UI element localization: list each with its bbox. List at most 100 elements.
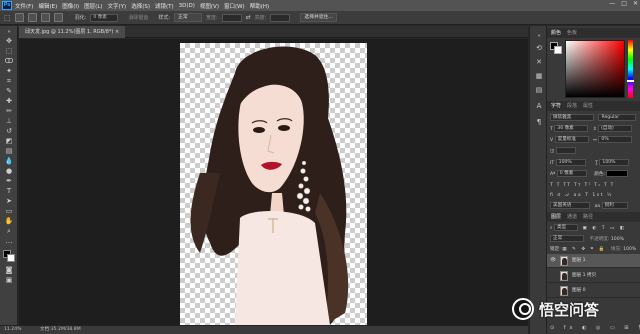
zoom-tool-icon[interactable]: ⌕ [4, 227, 14, 236]
tab-character[interactable]: 字符 [551, 101, 561, 111]
blend-mode-select[interactable]: 正常 [550, 235, 584, 242]
tab-properties[interactable]: 属性 [583, 101, 593, 111]
menu-view[interactable]: 视图(V) [200, 2, 219, 10]
magic-wand-icon[interactable]: ✦ [4, 67, 14, 76]
pen-tool-icon[interactable]: ✒ [4, 177, 14, 186]
rectangle-tool-icon[interactable]: ▭ [4, 207, 14, 216]
swap-icon[interactable]: ⇄ [246, 14, 251, 21]
fill-value[interactable]: 100% [623, 247, 636, 252]
tab-channels[interactable]: 通道 [567, 212, 577, 222]
menu-edit[interactable]: 编辑(E) [38, 2, 57, 10]
layer-name[interactable]: 图层 1 拷贝 [572, 269, 596, 283]
tab-swatches[interactable]: 色板 [567, 28, 577, 38]
feather-input[interactable]: 0 像素 [90, 13, 119, 22]
dodge-tool-icon[interactable]: ● [4, 167, 14, 176]
layer-filter-select[interactable]: 类型 [554, 224, 579, 231]
menu-image[interactable]: 图像(I) [62, 2, 79, 10]
collapse-icon[interactable]: » [4, 28, 14, 37]
blur-tool-icon[interactable]: 💧 [4, 157, 14, 166]
layer-row[interactable]: 👁 图层 1 [547, 254, 640, 268]
text-color-swatch[interactable] [606, 170, 629, 177]
color-field[interactable] [565, 40, 625, 98]
ratio-input[interactable] [555, 147, 576, 154]
intersect-selection-icon[interactable] [53, 13, 63, 22]
baseline-input[interactable]: 0 像素 [556, 170, 587, 177]
menu-window[interactable]: 窗口(W) [224, 2, 245, 10]
menu-filter[interactable]: 滤镜(T) [155, 2, 174, 10]
tab-paragraph[interactable]: 段落 [567, 101, 577, 111]
layer-row[interactable]: 图层 1 拷贝 [547, 269, 640, 283]
layer-actions-bar[interactable]: ⊙ fx ◐ ◎ ▭ ⊞ 🗑 [550, 324, 640, 332]
clone-stamp-icon[interactable]: ⊥ [4, 117, 14, 126]
layer-name[interactable]: 图层 1 [572, 254, 586, 268]
select-and-mask-button[interactable]: 选择并遮住... [300, 13, 337, 22]
minimize-button[interactable]: — [609, 0, 615, 7]
brush-settings-icon[interactable]: ▦ [534, 72, 544, 81]
path-selection-icon[interactable]: ➤ [4, 197, 14, 206]
quick-mask-icon[interactable]: ◙ [4, 266, 14, 275]
style-select[interactable]: 正常 [174, 13, 203, 22]
brush-tool-icon[interactable]: ✏ [4, 107, 14, 116]
font-family-select[interactable]: 微软雅黑 [550, 114, 594, 121]
opacity-value[interactable]: 100% [611, 237, 624, 242]
visibility-toggle[interactable] [550, 273, 556, 279]
tab-color[interactable]: 颜色 [551, 28, 561, 38]
hue-slider-handle[interactable] [627, 80, 634, 82]
new-selection-icon[interactable] [14, 13, 24, 22]
tab-paths[interactable]: 路径 [583, 212, 593, 222]
hand-tool-icon[interactable]: ✋ [4, 217, 14, 226]
menu-select[interactable]: 选择(S) [131, 2, 150, 10]
libraries-icon[interactable]: ▤ [534, 86, 544, 95]
paragraph-panel-icon[interactable]: ¶ [534, 118, 544, 127]
leading-input[interactable]: (自动) [598, 125, 633, 132]
character-panel-icon[interactable]: A [534, 102, 544, 111]
tab-layers[interactable]: 图层 [551, 212, 561, 222]
type-tool-icon[interactable]: T [4, 187, 14, 196]
subtract-selection-icon[interactable] [40, 13, 50, 22]
vertical-scale-input[interactable]: 100% [555, 159, 586, 166]
anti-alias-checkbox[interactable]: 消除锯齿 [128, 14, 148, 21]
width-input[interactable] [221, 13, 242, 22]
filter-icons[interactable]: ▣ ◐ T ▭ ◧ [583, 226, 627, 231]
eraser-tool-icon[interactable]: ◩ [4, 137, 14, 146]
menu-layer[interactable]: 图层(L) [84, 2, 102, 10]
font-size-input[interactable]: 36 像素 [554, 125, 589, 132]
marquee-preset-icon[interactable]: ⬚ [4, 14, 11, 22]
menu-type[interactable]: 文字(Y) [108, 2, 127, 10]
text-style-buttons[interactable]: T T TT Tт T¹ T₁ T T [550, 182, 615, 190]
gradient-tool-icon[interactable]: ▤ [4, 147, 14, 156]
font-style-select[interactable]: Regular [598, 114, 637, 121]
menu-file[interactable]: 文件(F) [15, 2, 33, 10]
visibility-eye-icon[interactable]: 👁 [550, 254, 556, 268]
document-info[interactable]: 文档:35.2M/38.8M [40, 326, 81, 334]
move-tool-icon[interactable]: ✥ [4, 37, 14, 46]
more-tools-icon[interactable]: … [4, 237, 14, 246]
lock-icons[interactable]: ▦ ✎ ✥ ⌗ 🔒 [562, 247, 606, 252]
crop-tool-icon[interactable]: ⌗ [4, 77, 14, 86]
color-background-swatch[interactable] [554, 46, 562, 54]
expand-panels-icon[interactable]: « [534, 32, 544, 41]
language-select[interactable]: 美国英语 [550, 202, 590, 209]
screen-mode-icon[interactable]: ▣ [4, 276, 14, 285]
marquee-tool-icon[interactable]: ⬚ [4, 47, 14, 56]
kerning-input[interactable]: 度量标准 [554, 136, 589, 143]
menu-3d[interactable]: 3D(D) [179, 3, 195, 9]
document-tab[interactable]: 邱天发.jpg @ 11.2%(图层 1, RGB/8*) × [19, 26, 126, 38]
document-canvas[interactable] [180, 43, 367, 325]
add-selection-icon[interactable] [27, 13, 37, 22]
history-brush-icon[interactable]: ↺ [4, 127, 14, 136]
anti-alias-select[interactable]: 锐利 [601, 202, 628, 209]
opentype-buttons[interactable]: ﬁ σ 𝒜 aa T 1st ½ [550, 192, 613, 200]
horizontal-scale-input[interactable]: 100% [599, 159, 630, 166]
adjustments-panel-icon[interactable]: ✕ [534, 58, 544, 67]
tracking-input[interactable]: 0% [598, 136, 633, 143]
lasso-tool-icon[interactable]: ↀ [4, 57, 14, 66]
menu-help[interactable]: 帮助(H) [250, 2, 269, 10]
background-color-swatch[interactable] [7, 254, 15, 262]
height-input[interactable] [270, 13, 291, 22]
close-button[interactable]: ✕ [633, 0, 638, 7]
visibility-toggle[interactable] [550, 288, 556, 294]
healing-brush-icon[interactable]: ✚ [4, 97, 14, 106]
history-panel-icon[interactable]: ⟲ [534, 44, 544, 53]
eyedropper-icon[interactable]: ✎ [4, 87, 14, 96]
